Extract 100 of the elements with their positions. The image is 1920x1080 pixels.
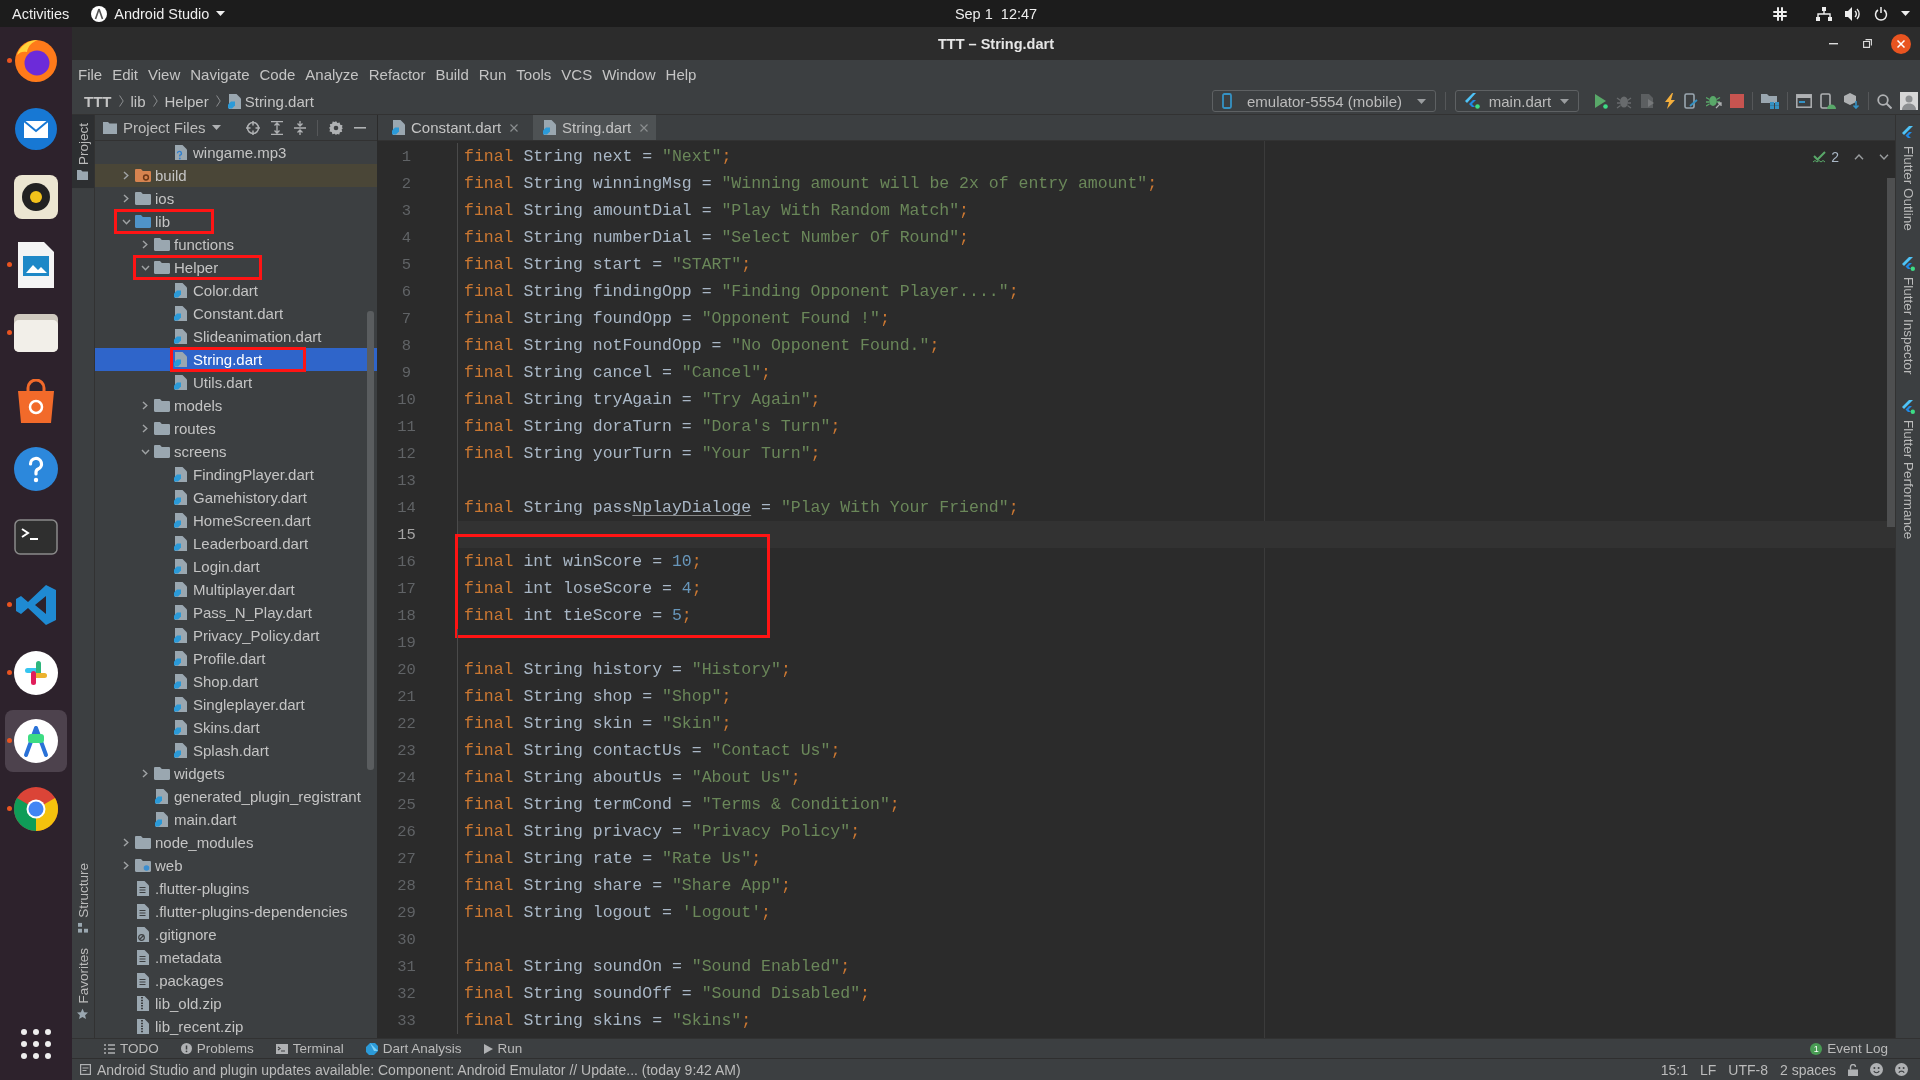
tree-item[interactable]: Leaderboard.dart bbox=[95, 532, 377, 555]
tree-item[interactable]: web bbox=[95, 854, 377, 877]
event-log-button[interactable]: 1 Event Log bbox=[1810, 1041, 1888, 1056]
chevron-right-icon[interactable] bbox=[142, 769, 148, 778]
window-icon[interactable] bbox=[1796, 94, 1812, 108]
breadcrumb[interactable]: lib bbox=[130, 92, 146, 110]
crosshair-icon[interactable] bbox=[245, 120, 260, 135]
app-grid-icon[interactable] bbox=[21, 1029, 51, 1059]
tree-item[interactable]: .packages bbox=[95, 969, 377, 992]
tree-item[interactable]: lib_old.zip bbox=[95, 992, 377, 1015]
tree-item[interactable]: .flutter-plugins bbox=[95, 877, 377, 900]
run-config-dropdown[interactable]: main.dart bbox=[1455, 90, 1579, 112]
chevron-down-icon[interactable] bbox=[140, 448, 150, 455]
clock[interactable]: Sep 1 12:47 bbox=[954, 5, 1038, 22]
menu-item[interactable]: View bbox=[143, 65, 186, 83]
tree-item[interactable]: HomeScreen.dart bbox=[95, 509, 377, 532]
scrollbar-thumb[interactable] bbox=[367, 311, 374, 770]
close-icon[interactable] bbox=[510, 123, 519, 132]
tree-item[interactable]: Singleplayer.dart bbox=[95, 693, 377, 716]
tree-item[interactable]: Pass_N_Play.dart bbox=[95, 601, 377, 624]
breadcrumb[interactable]: String.dart bbox=[227, 92, 314, 110]
hash-icon[interactable] bbox=[14, 651, 58, 695]
speaker-icon[interactable] bbox=[14, 175, 58, 219]
tool-window-button[interactable]: TODO bbox=[104, 1041, 159, 1056]
tool-window-button[interactable]: Problems bbox=[180, 1041, 254, 1056]
breadcrumb[interactable]: TTT bbox=[84, 92, 112, 110]
minimize-icon[interactable] bbox=[353, 126, 366, 129]
envelope-icon[interactable] bbox=[13, 106, 59, 152]
wheel-icon[interactable] bbox=[14, 787, 58, 831]
menu-item[interactable]: File bbox=[73, 65, 108, 83]
tree-item[interactable]: String.dart bbox=[95, 348, 377, 371]
chevron-right-icon[interactable] bbox=[142, 424, 148, 433]
play-icon[interactable] bbox=[1594, 93, 1608, 109]
smiley-icon[interactable] bbox=[1870, 1063, 1883, 1076]
menu-item[interactable]: Help bbox=[660, 65, 702, 83]
tree-item[interactable]: Helper bbox=[95, 256, 377, 279]
tool-window-tab[interactable]: Flutter Inspector bbox=[1896, 256, 1920, 375]
network-icon[interactable] bbox=[1816, 6, 1832, 21]
tool-window-tab[interactable]: Flutter Performance bbox=[1896, 400, 1920, 540]
check-icon[interactable] bbox=[1813, 151, 1827, 163]
tool-window-button[interactable]: Dart Analysis bbox=[365, 1041, 462, 1056]
tree-item[interactable]: Shop.dart bbox=[95, 670, 377, 693]
tree-item[interactable]: Constant.dart bbox=[95, 302, 377, 325]
tool-window-tab[interactable]: Project bbox=[72, 115, 94, 189]
menu-item[interactable]: Code bbox=[254, 65, 301, 83]
breadcrumb[interactable]: Helper bbox=[164, 92, 209, 110]
phone-icon[interactable] bbox=[1820, 93, 1836, 109]
presentation-icon[interactable] bbox=[16, 242, 56, 288]
device-dropdown[interactable]: emulator-5554 (mobile) bbox=[1212, 90, 1436, 112]
tree-item[interactable]: Splash.dart bbox=[95, 739, 377, 762]
tree-item[interactable]: Profile.dart bbox=[95, 647, 377, 670]
menu-item[interactable]: VCS bbox=[556, 65, 598, 83]
tool-window-button[interactable]: Run bbox=[483, 1041, 523, 1056]
view-dropdown[interactable]: Project Files bbox=[103, 119, 221, 136]
menu-item[interactable]: Build bbox=[430, 65, 474, 83]
menu-item[interactable]: Refactor bbox=[363, 65, 431, 83]
tool-window-button[interactable]: Terminal bbox=[275, 1041, 344, 1056]
tree-item[interactable]: Gamehistory.dart bbox=[95, 486, 377, 509]
help-icon[interactable] bbox=[14, 447, 58, 491]
globe-icon[interactable] bbox=[13, 38, 59, 84]
tree-item[interactable]: Utils.dart bbox=[95, 371, 377, 394]
menu-item[interactable]: Analyze bbox=[300, 65, 364, 83]
file-encoding[interactable]: UTF-8 bbox=[1728, 1061, 1768, 1078]
search-icon[interactable] bbox=[1877, 93, 1892, 109]
tool-window-tab[interactable]: Favorites bbox=[72, 940, 94, 1028]
menu-item[interactable]: Navigate bbox=[185, 65, 255, 83]
bag-icon[interactable] bbox=[16, 379, 56, 423]
collapse-all-icon[interactable] bbox=[293, 120, 306, 135]
tree-item[interactable]: lib bbox=[95, 210, 377, 233]
app-menu[interactable]: Android Studio bbox=[91, 5, 226, 22]
tree-item[interactable]: Color.dart bbox=[95, 279, 377, 302]
chevron-right-icon[interactable] bbox=[142, 240, 148, 249]
bug-icon[interactable] bbox=[1706, 93, 1722, 109]
tree-item[interactable]: wingame.mp3 bbox=[95, 141, 377, 164]
volume-icon[interactable] bbox=[1845, 6, 1861, 21]
inspection-count[interactable]: 2 bbox=[1831, 149, 1839, 165]
chevron-right-icon[interactable] bbox=[123, 861, 129, 870]
phone-icon[interactable] bbox=[1684, 93, 1698, 109]
chevron-right-icon[interactable] bbox=[123, 838, 129, 847]
caret-icon[interactable] bbox=[1901, 11, 1910, 16]
menu-item[interactable]: Window bbox=[597, 65, 661, 83]
tree-item[interactable]: Slideanimation.dart bbox=[95, 325, 377, 348]
editor-tab[interactable]: Constant.dart bbox=[382, 115, 527, 140]
tree-item[interactable]: build bbox=[95, 164, 377, 187]
chevron-up-icon[interactable] bbox=[1854, 154, 1864, 160]
cube-icon[interactable] bbox=[1844, 93, 1860, 109]
tree-item[interactable]: main.dart bbox=[95, 808, 377, 831]
tree-item[interactable]: ios bbox=[95, 187, 377, 210]
tree-item[interactable]: screens bbox=[95, 440, 377, 463]
chevron-right-icon[interactable] bbox=[142, 401, 148, 410]
tree-item[interactable]: .metadata bbox=[95, 946, 377, 969]
lock-icon[interactable] bbox=[1848, 1063, 1858, 1076]
scrollbar-thumb[interactable] bbox=[1887, 178, 1895, 527]
close-button[interactable] bbox=[1891, 33, 1911, 54]
cursor-position[interactable]: 15:1 bbox=[1660, 1061, 1688, 1078]
editor-tab[interactable]: String.dart bbox=[533, 115, 657, 140]
tool-window-tab[interactable]: Structure bbox=[72, 854, 94, 941]
menu-item[interactable]: Edit bbox=[107, 65, 144, 83]
chevron-down-icon[interactable] bbox=[140, 264, 150, 271]
dock-item[interactable] bbox=[5, 710, 67, 772]
